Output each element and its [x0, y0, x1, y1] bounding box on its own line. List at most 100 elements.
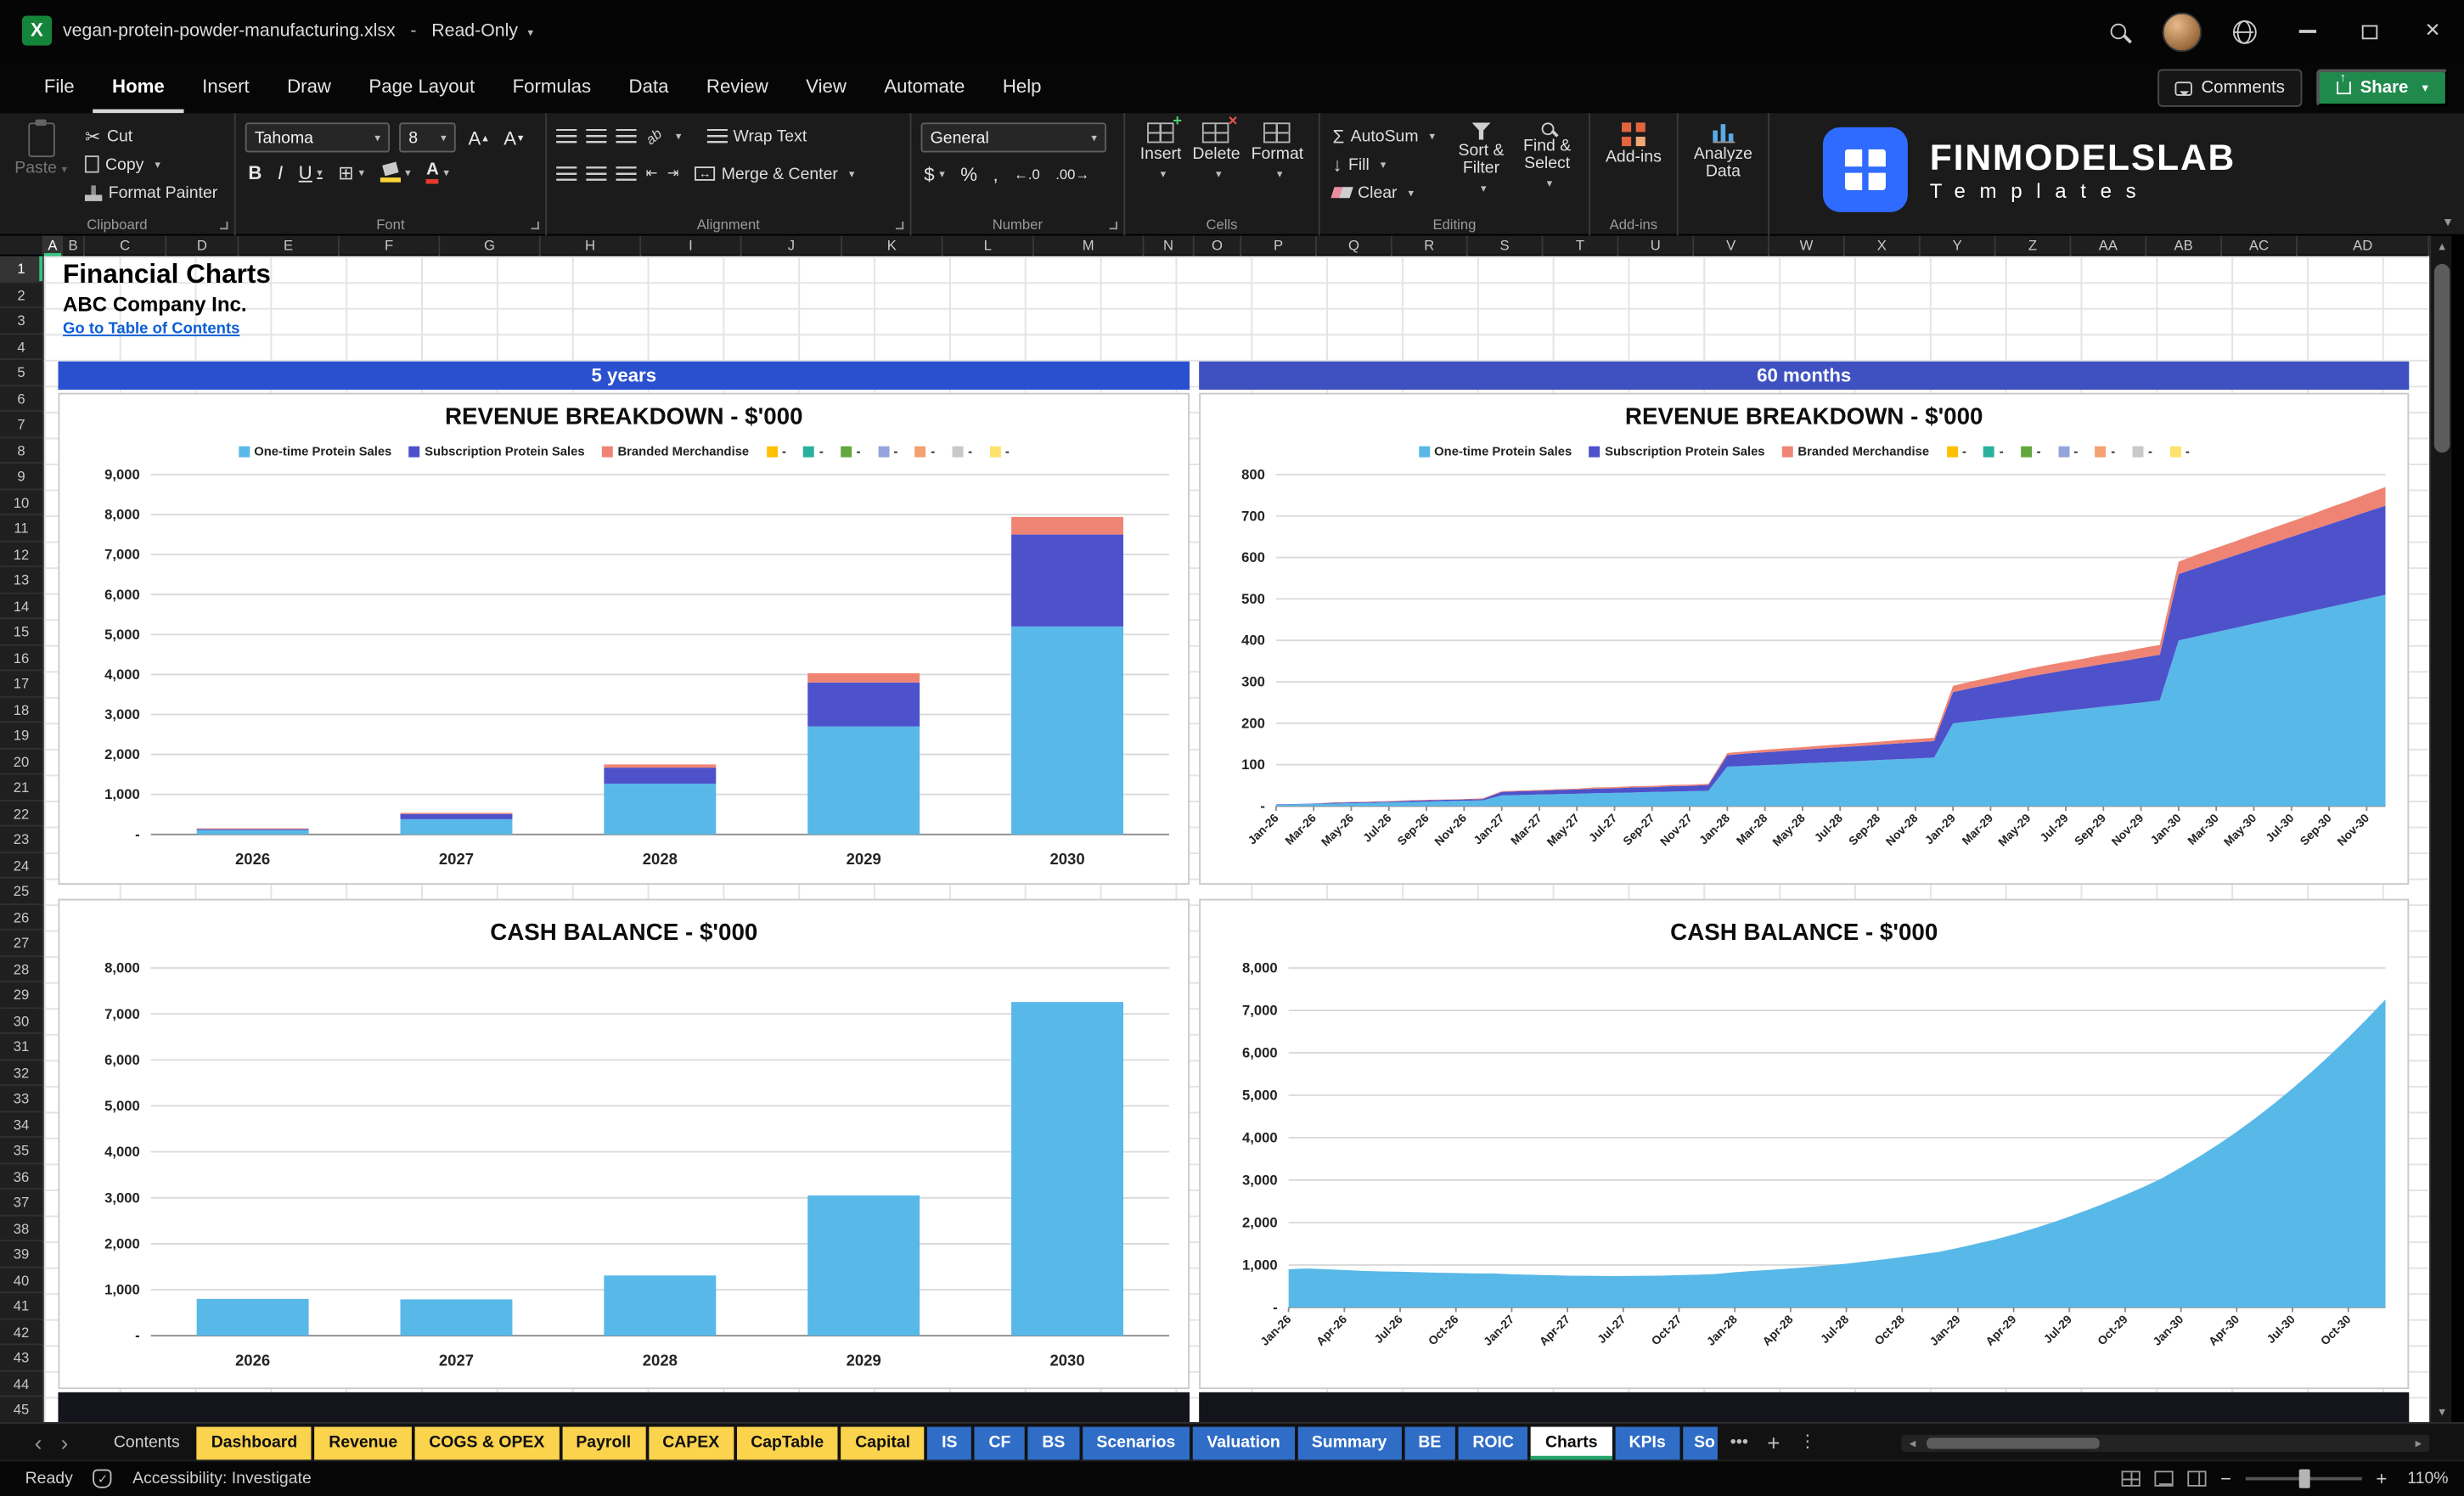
menu-tab-help[interactable]: Help	[984, 63, 1060, 113]
row-header-18[interactable]: 18	[0, 696, 44, 723]
column-header-R[interactable]: R	[1392, 235, 1468, 256]
close-button[interactable]: ×	[2401, 0, 2464, 63]
sheet-tab-scenarios[interactable]: Scenarios	[1082, 1426, 1190, 1460]
column-header-E[interactable]: E	[239, 235, 340, 256]
menu-tab-home[interactable]: Home	[93, 63, 183, 113]
select-all-corner[interactable]	[0, 235, 44, 256]
minimize-button[interactable]	[2276, 0, 2338, 63]
chart-cash-balance-60m[interactable]: CASH BALANCE - $'000 8,000 7,000 6,000 5,00…	[1199, 898, 2410, 1390]
column-header-AB[interactable]: AB	[2146, 235, 2223, 256]
row-header-15[interactable]: 15	[0, 619, 44, 645]
row-header-3[interactable]: 3	[0, 307, 44, 335]
column-header-D[interactable]: D	[166, 235, 239, 256]
orientation-icon[interactable]: ab	[643, 125, 665, 147]
scroll-down-icon[interactable]: ▾	[2431, 1405, 2453, 1420]
column-header-C[interactable]: C	[85, 235, 167, 256]
column-header-AC[interactable]: AC	[2222, 235, 2298, 256]
sort-filter-button[interactable]: Sort & Filter ▾	[1448, 122, 1515, 205]
zoom-slider-thumb[interactable]	[2298, 1469, 2310, 1488]
decrease-font-size-button[interactable]: A ▾	[501, 127, 527, 149]
accessibility-status[interactable]: Accessibility: Investigate	[132, 1469, 312, 1488]
cut-button[interactable]: ✂ Cut	[85, 122, 217, 149]
font-dialog-launcher-icon[interactable]	[531, 221, 539, 230]
row-header-8[interactable]: 8	[0, 437, 44, 464]
row-header-12[interactable]: 12	[0, 541, 44, 568]
horizontal-scrollbar[interactable]: ◂ ▸	[1901, 1434, 2430, 1453]
chart-cash-balance-5y[interactable]: CASH BALANCE - $'000 8,000 7,000 6,000 5,00…	[58, 898, 1190, 1390]
number-format-select[interactable]: General ▾	[920, 122, 1106, 153]
column-header-I[interactable]: I	[641, 235, 742, 256]
column-header-Y[interactable]: Y	[1921, 235, 1996, 256]
comma-format-button[interactable]: ,	[990, 163, 1002, 185]
zoom-slider[interactable]	[2245, 1469, 2362, 1488]
row-header-32[interactable]: 32	[0, 1060, 44, 1086]
font-size-select[interactable]: 8 ▾	[399, 122, 456, 153]
column-header-Z[interactable]: Z	[1996, 235, 2072, 256]
align-left-icon[interactable]	[556, 166, 577, 181]
analyze-data-button[interactable]: Analyze Data	[1688, 122, 1758, 180]
clipboard-dialog-launcher-icon[interactable]	[220, 221, 228, 230]
row-header-19[interactable]: 19	[0, 723, 44, 749]
column-header-AA[interactable]: AA	[2071, 235, 2147, 256]
decrease-indent-icon[interactable]: ⇤	[646, 166, 658, 181]
font-family-select[interactable]: Tahoma ▾	[245, 122, 390, 153]
sheet-tab-cf[interactable]: CF	[974, 1426, 1026, 1460]
row-header-41[interactable]: 41	[0, 1293, 44, 1319]
vertical-scroll-thumb[interactable]	[2433, 263, 2450, 453]
sheet-tab-so[interactable]: So	[1683, 1426, 1718, 1460]
percent-format-button[interactable]: %	[958, 163, 981, 185]
menu-tab-file[interactable]: File	[25, 63, 93, 113]
bold-button[interactable]: B	[245, 162, 265, 184]
column-header-K[interactable]: K	[842, 235, 943, 256]
merge-center-button[interactable]: ↔ Merge & Center ▾	[695, 160, 854, 187]
fill-color-button[interactable]: ▾	[377, 163, 414, 183]
menu-tab-data[interactable]: Data	[610, 63, 687, 113]
row-header-42[interactable]: 42	[0, 1319, 44, 1346]
sheet-tab-valuation[interactable]: Valuation	[1192, 1426, 1295, 1460]
row-header-16[interactable]: 16	[0, 644, 44, 672]
page-break-view-icon[interactable]	[2187, 1471, 2207, 1487]
menu-tab-draw[interactable]: Draw	[268, 63, 350, 113]
more-sheets-button[interactable]: •••	[1721, 1426, 1758, 1460]
column-header-G[interactable]: G	[440, 235, 541, 256]
column-header-AD[interactable]: AD	[2298, 235, 2430, 256]
row-header-43[interactable]: 43	[0, 1345, 44, 1371]
row-header-30[interactable]: 30	[0, 1008, 44, 1034]
row-header-20[interactable]: 20	[0, 748, 44, 775]
menu-tab-insert[interactable]: Insert	[183, 63, 268, 113]
row-header-1[interactable]: 1	[0, 256, 44, 283]
column-header-F[interactable]: F	[340, 235, 441, 256]
row-header-22[interactable]: 22	[0, 800, 44, 827]
zoom-level[interactable]: 110%	[2401, 1469, 2448, 1488]
delete-cells-button[interactable]: Delete▾	[1192, 113, 1240, 183]
number-dialog-launcher-icon[interactable]	[1109, 221, 1117, 230]
chart-revenue-breakdown-5y[interactable]: REVENUE BREAKDOWN - $'000 One-time Prote…	[58, 392, 1190, 886]
scroll-up-icon[interactable]: ▴	[2431, 239, 2453, 253]
sheet-tab-cogs-opex[interactable]: COGS & OPEX	[414, 1426, 559, 1460]
column-header-L[interactable]: L	[942, 235, 1034, 256]
presence-button[interactable]	[2213, 0, 2276, 63]
excel-app-icon[interactable]: X	[21, 15, 53, 46]
sheet-tab-contents[interactable]: Contents	[99, 1427, 194, 1460]
search-button[interactable]	[2087, 0, 2150, 63]
sheet-tab-dashboard[interactable]: Dashboard	[197, 1426, 312, 1460]
row-header-28[interactable]: 28	[0, 956, 44, 982]
sheet-tab-capital[interactable]: Capital	[841, 1426, 925, 1460]
row-header-5[interactable]: 5	[0, 359, 44, 386]
column-header-V[interactable]: V	[1694, 235, 1770, 256]
find-select-button[interactable]: Find & Select ▾	[1515, 122, 1579, 205]
menu-tab-view[interactable]: View	[787, 63, 865, 113]
scroll-right-icon[interactable]: ▸	[2407, 1437, 2429, 1451]
row-header-34[interactable]: 34	[0, 1111, 44, 1138]
horizontal-scroll-thumb[interactable]	[1927, 1437, 2100, 1449]
row-header-24[interactable]: 24	[0, 852, 44, 879]
wrap-text-button[interactable]: Wrap Text	[706, 122, 807, 149]
sheet-tab-revenue[interactable]: Revenue	[314, 1426, 412, 1460]
sheet-tab-roic[interactable]: ROIC	[1458, 1426, 1528, 1460]
sheet-tab-be[interactable]: BE	[1404, 1426, 1456, 1460]
row-header-23[interactable]: 23	[0, 826, 44, 853]
increase-indent-icon[interactable]: ⇥	[667, 166, 679, 181]
toc-link[interactable]: Go to Table of Contents	[63, 321, 239, 338]
row-header-21[interactable]: 21	[0, 774, 44, 801]
menu-tab-page-layout[interactable]: Page Layout	[350, 63, 493, 113]
